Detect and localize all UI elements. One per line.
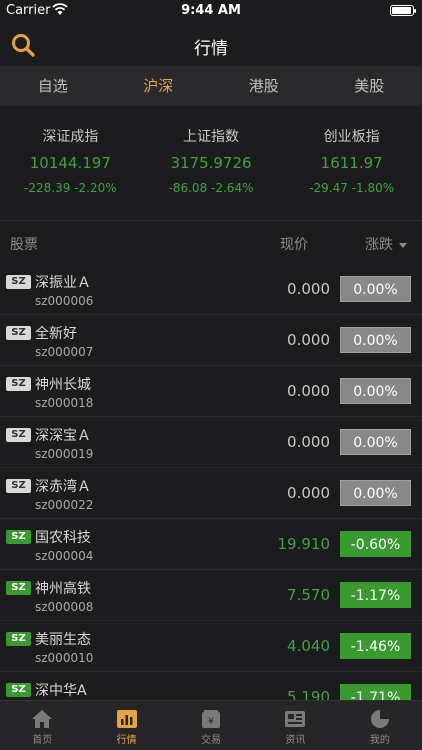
- column-header-stock: 股票: [10, 237, 38, 253]
- tab-label: 行情: [116, 735, 137, 746]
- stock-price: 0.000: [287, 382, 330, 400]
- market-badge: SZ: [6, 479, 31, 493]
- index-change: -29.47 -1.80%: [309, 181, 395, 195]
- stock-change-badge: -0.60%: [340, 531, 411, 557]
- stock-name: 美丽生态: [35, 632, 91, 648]
- status-time: 9:44 AM: [181, 3, 241, 18]
- table-row[interactable]: SZ 神州高铁 sz000008 7.570 -1.17%: [0, 570, 422, 621]
- tab-trade[interactable]: ¥ 交易: [169, 701, 253, 750]
- tab-profile[interactable]: 我的: [338, 701, 422, 750]
- tab-shanghai-shenzhen[interactable]: 沪深: [106, 66, 212, 106]
- stock-list[interactable]: SZ 深振业Ａ sz000006 0.000 0.00% SZ 全新好 sz00…: [0, 264, 422, 700]
- home-icon: [32, 710, 53, 728]
- market-badge: SZ: [6, 326, 31, 340]
- news-icon: [285, 711, 306, 727]
- tab-label: 交易: [201, 735, 222, 746]
- tab-market[interactable]: 行情: [84, 701, 168, 750]
- stock-price: 4.040: [287, 637, 330, 655]
- stock-change-badge: 0.00%: [340, 327, 411, 353]
- table-row[interactable]: SZ 神州长城 sz000018 0.000 0.00%: [0, 366, 422, 417]
- table-row[interactable]: SZ 深赤湾Ａ sz000022 0.000 0.00%: [0, 468, 422, 519]
- table-row[interactable]: SZ 美丽生态 sz000010 4.040 -1.46%: [0, 621, 422, 672]
- stock-name: 深赤湾Ａ: [35, 479, 91, 495]
- index-chinext[interactable]: 创业板指 1611.97 -29.47 -1.80%: [281, 126, 422, 216]
- stock-name: 深中华A: [35, 683, 87, 699]
- table-row[interactable]: SZ 深中华A 5.190 -1.71%: [0, 672, 422, 700]
- market-badge: SZ: [6, 275, 31, 289]
- stock-price: 0.000: [287, 484, 330, 502]
- chart-icon: [116, 710, 137, 728]
- market-badge: SZ: [6, 581, 31, 595]
- stock-name: 神州高铁: [35, 581, 91, 597]
- tab-us[interactable]: 美股: [317, 66, 422, 106]
- index-change: -228.39 -2.20%: [24, 181, 117, 195]
- stock-price: 0.000: [287, 280, 330, 298]
- stock-price: 7.570: [287, 586, 330, 604]
- battery-icon: [390, 5, 416, 16]
- stock-change-badge: -1.46%: [340, 633, 411, 659]
- market-tabs: 自选 沪深 港股 美股: [0, 66, 422, 106]
- stock-name: 深深宝Ａ: [35, 428, 91, 444]
- stock-code: sz000006: [35, 294, 94, 308]
- profile-icon: [370, 710, 389, 728]
- stock-code: sz000008: [35, 600, 94, 614]
- tab-label: 我的: [369, 735, 390, 746]
- stock-change-badge: 0.00%: [340, 480, 411, 506]
- index-value: 3175.9726: [170, 154, 252, 172]
- tab-watchlist[interactable]: 自选: [0, 66, 106, 106]
- column-header-price: 现价: [280, 237, 308, 253]
- stock-code: sz000007: [35, 345, 94, 359]
- market-badge: SZ: [6, 530, 31, 544]
- svg-text:¥: ¥: [208, 717, 214, 727]
- nav-bar: 行情: [0, 22, 422, 66]
- bottom-tab-bar: 首页 行情 ¥ 交易 资讯 我的: [0, 700, 422, 750]
- column-header-change-sort[interactable]: 涨跌: [365, 234, 407, 254]
- stock-change-badge: -1.71%: [340, 684, 411, 700]
- index-change: -86.08 -2.64%: [168, 181, 254, 195]
- page-title: 行情: [194, 39, 228, 59]
- stock-change-badge: 0.00%: [340, 276, 411, 302]
- table-row[interactable]: SZ 国农科技 sz000004 19.910 -0.60%: [0, 519, 422, 570]
- stock-price: 19.910: [277, 535, 331, 553]
- index-name: 创业板指: [323, 129, 380, 145]
- tab-label: 首页: [32, 735, 53, 746]
- stock-price: 0.000: [287, 433, 330, 451]
- stock-name: 国农科技: [35, 530, 91, 546]
- index-name: 上证指数: [183, 129, 239, 145]
- table-row[interactable]: SZ 深振业Ａ sz000006 0.000 0.00%: [0, 264, 422, 315]
- stock-name: 神州长城: [35, 377, 91, 393]
- index-shanghai-composite[interactable]: 上证指数 3175.9726 -86.08 -2.64%: [141, 126, 282, 216]
- index-name: 深证成指: [42, 129, 99, 145]
- index-value: 10144.197: [29, 154, 111, 172]
- table-row[interactable]: SZ 深深宝Ａ sz000019 0.000 0.00%: [0, 417, 422, 468]
- stock-change-badge: -1.17%: [340, 582, 411, 608]
- tab-news[interactable]: 资讯: [253, 701, 337, 750]
- stock-price: 0.000: [287, 331, 330, 349]
- tab-home[interactable]: 首页: [0, 701, 84, 750]
- stock-name: 全新好: [35, 326, 77, 342]
- table-row[interactable]: SZ 全新好 sz000007 0.000 0.00%: [0, 315, 422, 366]
- index-value: 1611.97: [320, 154, 383, 172]
- stock-change-badge: 0.00%: [340, 378, 411, 404]
- market-badge: SZ: [6, 683, 31, 697]
- stock-name: 深振业Ａ: [35, 275, 91, 291]
- market-badge: SZ: [6, 632, 31, 646]
- tab-label: 资讯: [285, 735, 306, 746]
- market-badge: SZ: [6, 428, 31, 442]
- stock-price: 5.190: [287, 688, 330, 700]
- stock-code: sz000004: [35, 549, 94, 563]
- caret-down-icon: [399, 242, 407, 248]
- stock-code: sz000010: [35, 651, 94, 665]
- trade-icon: ¥: [202, 710, 221, 728]
- tab-hong-kong[interactable]: 港股: [211, 66, 317, 106]
- index-shenzhen-component[interactable]: 深证成指 10144.197 -228.39 -2.20%: [0, 126, 141, 216]
- stock-list-header: 股票 现价 涨跌: [0, 220, 422, 262]
- index-panel: 深证成指 10144.197 -228.39 -2.20% 上证指数 3175.…: [0, 106, 422, 216]
- stock-change-badge: 0.00%: [340, 429, 411, 455]
- market-badge: SZ: [6, 377, 31, 391]
- stock-code: sz000019: [35, 447, 94, 461]
- stock-code: sz000018: [35, 396, 94, 410]
- stock-code: sz000022: [35, 498, 94, 512]
- status-bar: Carrier 9:44 AM: [0, 0, 422, 22]
